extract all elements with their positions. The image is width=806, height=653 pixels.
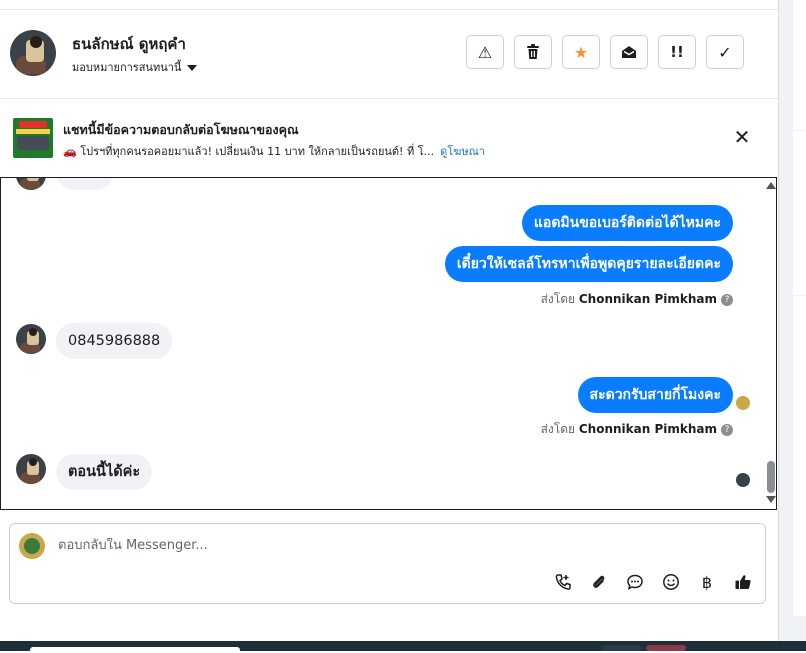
- outgoing-message[interactable]: เดี๋ยวให้เซลล์โทรหาเพื่อพูดคุยรายละเอียด…: [444, 246, 733, 282]
- emoji-icon[interactable]: [661, 572, 681, 592]
- warning-icon: ⚠: [477, 42, 493, 62]
- ad-banner-subtitle: 🚗 โปรฯที่ทุกคนรอคอยมาแล้ว! เปลี่ยนเงิน 1…: [63, 142, 485, 160]
- seen-avatar-icon: [736, 473, 750, 487]
- like-icon[interactable]: [733, 572, 753, 592]
- call-add-icon[interactable]: [553, 572, 573, 592]
- page-avatar: [19, 533, 45, 559]
- taskbar-app[interactable]: [601, 645, 641, 651]
- reply-input[interactable]: [58, 538, 658, 553]
- caret-down-icon: [187, 65, 198, 71]
- outgoing-message[interactable]: สะดวกรับสายกี่โมงคะ: [577, 377, 733, 413]
- reply-composer: ฿: [9, 523, 766, 604]
- contact-avatar-small[interactable]: [16, 454, 46, 484]
- sent-by-prefix: ส่งโดย: [540, 292, 576, 306]
- sender-name: Chonnikan Pimkham: [578, 422, 717, 436]
- sent-by-prefix: ส่งโดย: [540, 422, 576, 436]
- help-icon[interactable]: ?: [721, 423, 733, 436]
- attachment-icon[interactable]: [589, 572, 609, 592]
- star-icon: ★: [573, 42, 589, 62]
- seen-avatar-icon: [736, 396, 750, 410]
- incoming-message[interactable]: 0845986888: [56, 323, 173, 359]
- scrollbar-thumb[interactable]: [767, 461, 775, 493]
- scroll-down-arrow-icon[interactable]: [766, 496, 776, 503]
- saved-reply-icon[interactable]: [625, 572, 645, 592]
- assign-label: มอบหมายการสนทนานี้: [72, 61, 182, 74]
- help-icon[interactable]: ?: [721, 293, 733, 306]
- envelope-open-icon: [622, 46, 636, 58]
- taskbar-search[interactable]: [30, 647, 240, 653]
- report-spam-button[interactable]: ⚠: [466, 35, 504, 69]
- assign-conversation-dropdown[interactable]: มอบหมายการสนทนานี้: [72, 58, 198, 76]
- mark-done-button[interactable]: ✓: [706, 35, 744, 69]
- scroll-up-arrow-icon[interactable]: [766, 182, 776, 189]
- sender-name: Chonnikan Pimkham: [578, 292, 717, 306]
- ad-banner-title: แชทนี้มีข้อความตอบกลับต่อโฆษณาของคุณ: [63, 122, 299, 137]
- close-icon[interactable]: ✕: [733, 127, 751, 147]
- incoming-message[interactable]: ตอนนี้ได้ค่ะ: [56, 454, 153, 490]
- mark-unread-button[interactable]: [610, 35, 648, 69]
- baht-icon[interactable]: ฿: [697, 572, 717, 592]
- outgoing-message[interactable]: แอดมินขอเบอร์ติดต่อได้ไหมคะ: [521, 205, 733, 241]
- sent-by-label: ส่งโดย Chonnikan Pimkham?: [541, 420, 733, 439]
- message-bubble-partial: [56, 178, 114, 190]
- top-divider: [0, 0, 778, 10]
- ad-reply-banner: แชทนี้มีข้อความตอบกลับต่อโฆษณาของคุณ 🚗 โ…: [0, 99, 778, 177]
- conversation-panel: ธนลักษณ์ ดูหฤคำ มอบหมายการสนทนานี้ ⚠ ★ !…: [0, 0, 779, 641]
- trash-icon: [527, 44, 539, 59]
- follow-up-button[interactable]: !!: [658, 35, 696, 69]
- taskbar-app[interactable]: [646, 645, 686, 651]
- message-thread[interactable]: แอดมินขอเบอร์ติดต่อได้ไหมคะ เดี๋ยวให้เซล…: [0, 177, 777, 510]
- ad-thumbnail[interactable]: [13, 118, 53, 158]
- star-button[interactable]: ★: [562, 35, 600, 69]
- os-taskbar: [0, 641, 806, 653]
- contact-avatar-small: [16, 178, 46, 190]
- delete-button[interactable]: [514, 35, 552, 69]
- check-icon: ✓: [718, 42, 732, 62]
- contact-name[interactable]: ธนลักษณ์ ดูหฤคำ: [72, 32, 186, 56]
- conversation-header: ธนลักษณ์ ดูหฤคำ มอบหมายการสนทนานี้ ⚠ ★ !…: [0, 10, 778, 99]
- contact-avatar[interactable]: [10, 30, 56, 76]
- contact-avatar-small[interactable]: [16, 324, 46, 354]
- view-ad-link[interactable]: ดูโฆษณา: [440, 145, 485, 158]
- double-exclamation-icon: !!: [670, 43, 684, 61]
- side-panel-edge: [779, 0, 806, 641]
- ad-text: 🚗 โปรฯที่ทุกคนรอคอยมาแล้ว! เปลี่ยนเงิน 1…: [63, 145, 435, 158]
- sent-by-label: ส่งโดย Chonnikan Pimkham?: [541, 290, 733, 309]
